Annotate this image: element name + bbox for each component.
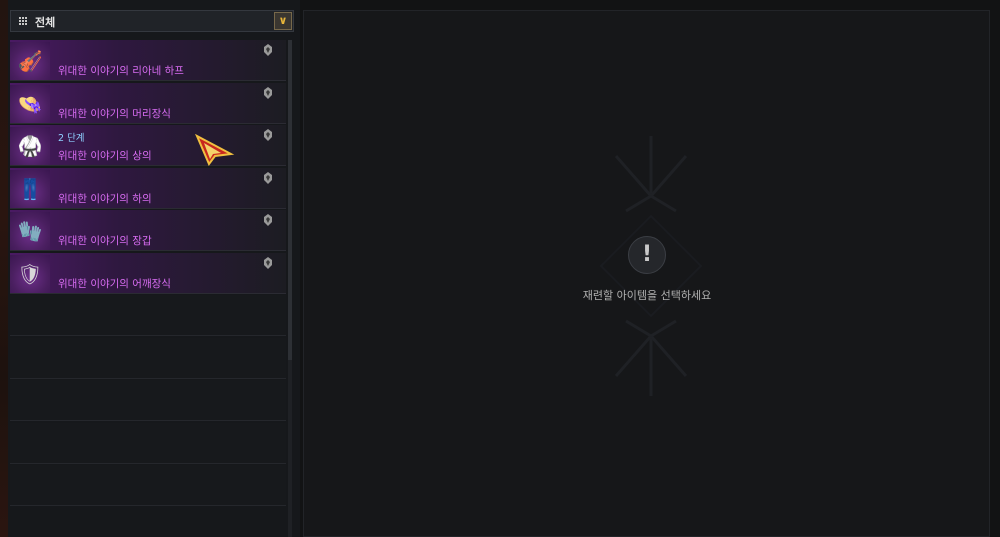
cursor-icon [195,134,235,166]
warning-icon: ! [628,236,666,274]
crest-icon [264,214,272,226]
crest-icon [264,256,272,269]
list-item[interactable]: 👖 위대한 이야기의 하의 [10,167,286,209]
item-stage: 2 단계 [58,133,85,144]
gloves-icon: 🧤 [10,212,50,250]
list-item[interactable]: 👒 위대한 이야기의 머리장식 [10,82,286,124]
grid-icon [19,17,28,26]
item-name: 위대한 이야기의 상의 [58,150,152,162]
item-list-panel: 전체 ∨ 🎻 위대한 이야기의 리아네 하프 👒 위대한 이야기의 머리장식 🥋… [0,0,300,537]
category-filter-dropdown[interactable]: 전체 ∨ [10,10,294,32]
empty-slot [10,337,286,379]
item-list: 🎻 위대한 이야기의 리아네 하프 👒 위대한 이야기의 머리장식 🥋 2 단계… [10,40,286,508]
empty-slot [10,465,286,506]
empty-slot [10,380,286,421]
select-item-hint: 재련할 아이템을 선택하세요 [582,289,712,302]
pants-icon: 👖 [10,169,50,208]
item-name: 위대한 이야기의 리아네 하프 [58,65,184,77]
refine-detail-panel: ! 재련할 아이템을 선택하세요 [303,10,990,537]
crest-icon [264,86,272,99]
panel-edge-decoration [0,0,8,537]
empty-slot [10,422,286,464]
list-item[interactable]: 🧤 위대한 이야기의 장갑 [10,210,286,251]
item-name: 위대한 이야기의 하의 [58,192,152,205]
crest-icon [264,171,272,184]
chevron-down-icon[interactable]: ∨ [274,12,292,30]
item-name: 위대한 이야기의 어깨장식 [58,277,171,290]
item-name: 위대한 이야기의 머리장식 [58,107,171,120]
list-item[interactable]: 🥋 2 단계 위대한 이야기의 상의 [10,125,286,166]
crest-icon [264,44,272,56]
item-name: 위대한 이야기의 장갑 [58,235,152,247]
headpiece-icon: 👒 [10,84,50,123]
list-item[interactable]: 🎻 위대한 이야기의 리아네 하프 [10,40,286,81]
scrollbar-thumb[interactable] [288,40,292,360]
empty-slot [10,295,286,336]
top-armor-icon: 🥋 [10,127,50,165]
shoulder-icon: 🛡 [10,254,50,293]
filter-label: 전체 [35,16,56,29]
list-item[interactable]: 🛡 위대한 이야기의 어깨장식 [10,252,286,294]
harp-icon: 🎻 [10,42,50,80]
crest-icon [264,129,272,141]
